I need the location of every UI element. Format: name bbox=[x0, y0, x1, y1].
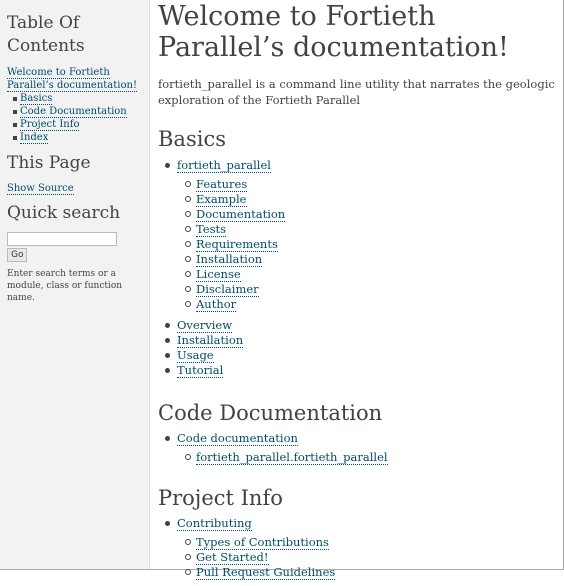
list-item: Usage bbox=[165, 348, 558, 363]
list-item: Tests bbox=[185, 222, 558, 237]
list-item: Requirements bbox=[185, 237, 558, 252]
main-content: Welcome to Fortieth Parallel’s documenta… bbox=[158, 0, 558, 586]
list-item: Contributing Types of Contributions Get … bbox=[165, 516, 558, 580]
toc-link-basics[interactable]: Basics bbox=[20, 93, 53, 105]
list-item: Documentation bbox=[185, 207, 558, 222]
list-item: Types of Contributions bbox=[185, 535, 558, 550]
link-tests[interactable]: Tests bbox=[196, 222, 227, 237]
intro-paragraph: fortieth_parallel is a command line util… bbox=[158, 77, 555, 107]
toc-link-index[interactable]: Index bbox=[20, 132, 49, 144]
section-heading-project-info: Project Info bbox=[158, 486, 283, 510]
link-fortieth-parallel[interactable]: fortieth_parallel bbox=[177, 158, 271, 173]
link-module-fortieth-parallel[interactable]: fortieth_parallel.fortieth_parallel bbox=[196, 450, 388, 465]
list-item: fortieth_parallel Features Example Docum… bbox=[165, 158, 558, 312]
link-get-started[interactable]: Get Started! bbox=[196, 550, 269, 565]
link-installation-sub[interactable]: Installation bbox=[196, 252, 263, 267]
sidebar: Table Of Contents Welcome to Fortieth Pa… bbox=[0, 0, 150, 569]
link-documentation[interactable]: Documentation bbox=[196, 207, 286, 222]
search-help-text: Enter search terms or a module, class or… bbox=[7, 269, 123, 303]
list-item: Features bbox=[185, 177, 558, 192]
list-item: Tutorial bbox=[165, 363, 558, 378]
list-item: Installation bbox=[165, 333, 558, 348]
list-item: License bbox=[185, 267, 558, 282]
list-item: Author bbox=[185, 297, 558, 312]
section-heading-code-documentation: Code Documentation bbox=[158, 401, 383, 425]
link-disclaimer[interactable]: Disclaimer bbox=[196, 282, 259, 297]
link-author[interactable]: Author bbox=[196, 297, 237, 312]
link-overview[interactable]: Overview bbox=[177, 318, 233, 333]
toc-item: Project Info bbox=[13, 118, 149, 131]
basics-list: fortieth_parallel Features Example Docum… bbox=[158, 158, 558, 378]
toc-item: Code Documentation bbox=[13, 105, 149, 118]
link-pull-request-guidelines[interactable]: Pull Request Guidelines bbox=[196, 565, 336, 580]
link-features[interactable]: Features bbox=[196, 177, 248, 192]
list-item: Example bbox=[185, 192, 558, 207]
list-item: Get Started! bbox=[185, 550, 558, 565]
link-license[interactable]: License bbox=[196, 267, 241, 282]
toc-link-project-info[interactable]: Project Info bbox=[20, 119, 80, 131]
list-item: Overview bbox=[165, 318, 558, 333]
link-usage[interactable]: Usage bbox=[177, 348, 214, 363]
sublist: Types of Contributions Get Started! Pull… bbox=[177, 535, 558, 580]
toc-item: Basics bbox=[13, 92, 149, 105]
search-go-button[interactable]: Go bbox=[7, 248, 28, 262]
link-tutorial[interactable]: Tutorial bbox=[177, 363, 224, 378]
link-installation[interactable]: Installation bbox=[177, 333, 244, 348]
show-source-link[interactable]: Show Source bbox=[7, 183, 74, 195]
toc-list: Basics Code Documentation Project Info I… bbox=[13, 92, 149, 144]
quick-search-heading: Quick search bbox=[7, 203, 121, 223]
page-title: Welcome to Fortieth Parallel’s documenta… bbox=[158, 1, 509, 63]
link-code-documentation[interactable]: Code documentation bbox=[177, 431, 298, 446]
list-item: Disclaimer bbox=[185, 282, 558, 297]
toc-link-code-documentation[interactable]: Code Documentation bbox=[20, 106, 127, 118]
section-heading-basics: Basics bbox=[158, 127, 226, 151]
link-requirements[interactable]: Requirements bbox=[196, 237, 278, 252]
toc-heading: Table Of Contents bbox=[7, 13, 85, 56]
project-info-list: Contributing Types of Contributions Get … bbox=[158, 516, 558, 580]
code-doc-list: Code documentation fortieth_parallel.for… bbox=[158, 431, 558, 465]
list-item: Pull Request Guidelines bbox=[185, 565, 558, 580]
list-item: fortieth_parallel.fortieth_parallel bbox=[185, 450, 558, 465]
link-contributing[interactable]: Contributing bbox=[177, 516, 252, 531]
search-input[interactable] bbox=[7, 232, 117, 246]
list-item: Installation bbox=[185, 252, 558, 267]
sublist: fortieth_parallel.fortieth_parallel bbox=[177, 450, 558, 465]
toc-link-home[interactable]: Welcome to Fortieth Parallel’s documenta… bbox=[7, 67, 137, 92]
link-types-of-contributions[interactable]: Types of Contributions bbox=[196, 535, 329, 550]
sublist: Features Example Documentation Tests Req… bbox=[177, 177, 558, 312]
this-page-heading: This Page bbox=[7, 153, 91, 173]
toc-item: Index bbox=[13, 131, 149, 144]
list-item: Code documentation fortieth_parallel.for… bbox=[165, 431, 558, 465]
link-example[interactable]: Example bbox=[196, 192, 247, 207]
